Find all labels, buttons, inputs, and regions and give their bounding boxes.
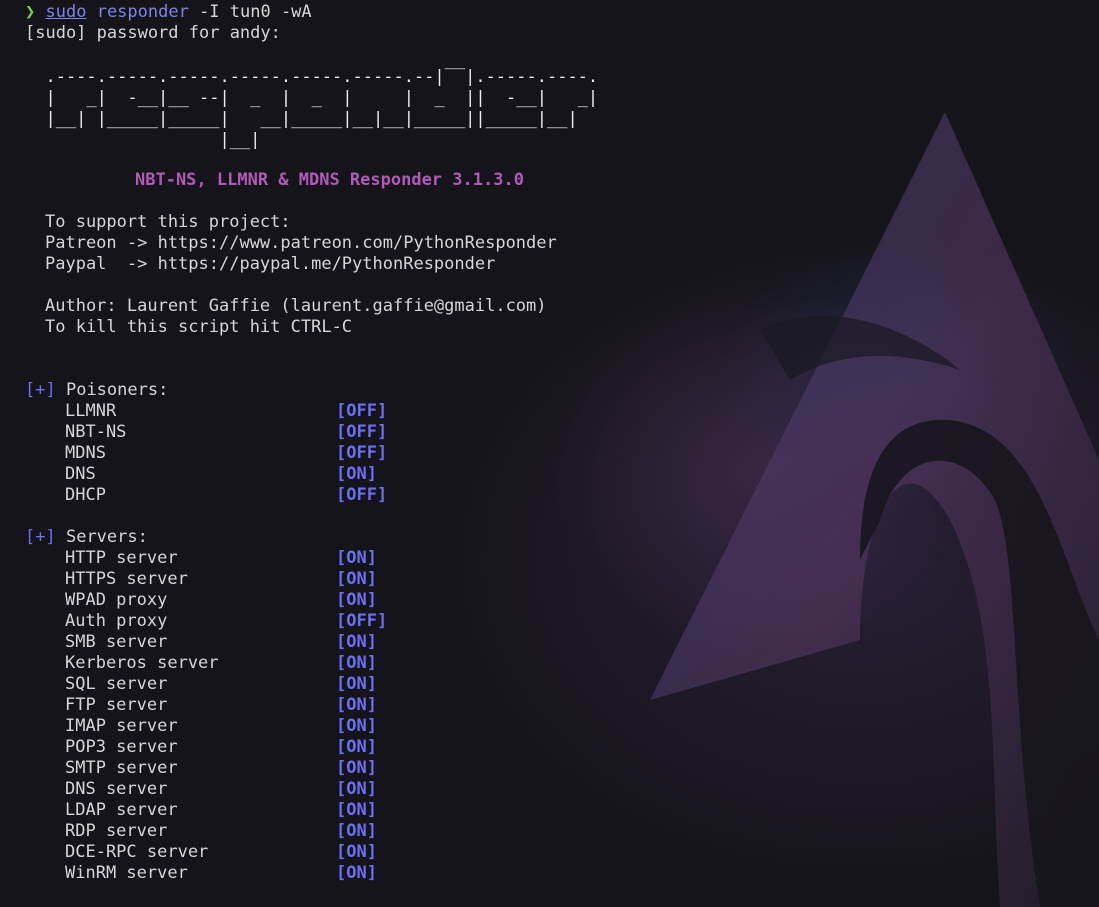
server-name: FTP server	[65, 695, 168, 715]
ascii-logo-line-4: |__| |_____|_____| __|_____|__|__|_____|…	[25, 109, 578, 129]
poisoners-heading: [+] Poisoners:	[25, 380, 168, 401]
status-badge: [ON]	[336, 758, 377, 778]
servers-heading: [+] Servers:	[25, 527, 148, 548]
status-badge: [ON]	[336, 863, 377, 883]
status-badge: [ON]	[336, 548, 377, 568]
prompt-arrow-icon: ❯	[25, 2, 36, 22]
server-name: Auth proxy	[65, 611, 168, 631]
author-line: Author: Laurent Gaffie (laurent.gaffie@g…	[45, 296, 547, 316]
status-badge: [ON]	[336, 779, 377, 799]
server-name: RDP server	[65, 821, 168, 841]
sudo-command: sudo	[45, 2, 87, 22]
server-name: SMTP server	[65, 758, 178, 778]
server-name: DNS server	[65, 779, 168, 799]
status-badge: [ON]	[336, 569, 377, 589]
server-name: Kerberos server	[65, 653, 219, 673]
poisoner-name: DNS	[65, 464, 96, 484]
status-badge: [ON]	[336, 674, 377, 694]
ascii-logo-line-5: |__|	[25, 130, 261, 150]
servers-title: Servers:	[65, 527, 148, 547]
status-badge: [ON]	[336, 632, 377, 652]
status-badge: [OFF]	[336, 611, 388, 631]
poisoner-name: LLMNR	[65, 401, 117, 421]
server-name: IMAP server	[65, 716, 178, 736]
server-name: HTTPS server	[65, 569, 188, 589]
poisoner-name: DHCP	[65, 485, 106, 505]
status-badge: [ON]	[336, 842, 377, 862]
server-name: POP3 server	[65, 737, 178, 757]
paypal-link: Paypal -> https://paypal.me/PythonRespon…	[45, 254, 496, 274]
poisoner-name: NBT-NS	[65, 422, 127, 442]
status-badge: [OFF]	[336, 443, 388, 463]
support-heading: To support this project:	[45, 212, 291, 232]
poisoner-name: MDNS	[65, 443, 106, 463]
status-badge: [ON]	[336, 800, 377, 820]
status-badge: [ON]	[336, 590, 377, 610]
command-args: -I tun0 -wA	[188, 2, 312, 22]
server-name: WPAD proxy	[65, 590, 168, 610]
poisoners-title: Poisoners:	[65, 380, 169, 400]
sudo-password-prompt: [sudo] password for andy:	[25, 23, 281, 43]
server-name: SQL server	[65, 674, 168, 694]
status-badge: [OFF]	[336, 485, 388, 505]
plus-marker: [+]	[25, 380, 56, 400]
status-badge: [OFF]	[336, 401, 388, 421]
status-badge: [ON]	[336, 653, 377, 673]
responder-banner: NBT-NS, LLMNR & MDNS Responder 3.1.3.0	[135, 170, 524, 190]
status-badge: [ON]	[336, 821, 377, 841]
server-name: SMB server	[65, 632, 168, 652]
patreon-link: Patreon -> https://www.patreon.com/Pytho…	[45, 233, 557, 253]
ascii-logo-line-3: | _| -__|__ --| _ | _ | | _ || -__| _|	[25, 88, 599, 108]
command-prompt-line: ❯ sudo responder -I tun0 -wA	[25, 2, 312, 23]
responder-command: responder	[96, 2, 189, 22]
terminal-window[interactable]: ❯ sudo responder -I tun0 -wA [sudo] pass…	[0, 0, 1099, 907]
status-badge: [ON]	[336, 695, 377, 715]
status-badge: [ON]	[336, 737, 377, 757]
server-name: LDAP server	[65, 800, 178, 820]
status-badge: [OFF]	[336, 422, 388, 442]
status-badge: [ON]	[336, 716, 377, 736]
server-name: HTTP server	[65, 548, 178, 568]
ascii-logo-line-2: .----.-----.-----.-----.-----.-----.--| …	[25, 67, 599, 87]
plus-marker: [+]	[25, 527, 56, 547]
kill-hint-line: To kill this script hit CTRL-C	[45, 317, 353, 337]
status-badge: [ON]	[336, 464, 377, 484]
server-name: WinRM server	[65, 863, 188, 883]
server-name: DCE-RPC server	[65, 842, 209, 862]
